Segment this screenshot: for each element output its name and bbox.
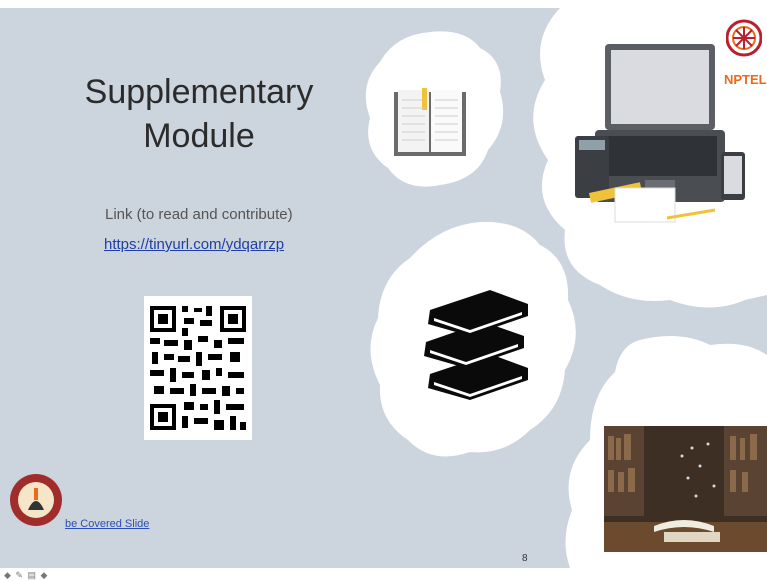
library-photo [604, 426, 767, 552]
title-line-1: Supplementary [84, 73, 314, 111]
iit-madras-logo [10, 474, 62, 526]
slide-title: Supplementary Module [64, 70, 334, 158]
books-stack-icon [424, 290, 528, 400]
slide-number: 8 [522, 553, 528, 564]
library-photo-scene [604, 426, 767, 552]
nptel-logo [725, 14, 763, 70]
slide-nav-controls[interactable]: ◆ ✎ ▤ ◆ [4, 570, 48, 581]
nptel-emblem-icon [725, 19, 763, 57]
module-url-link[interactable]: https://tinyurl.com/ydqarrzp [104, 236, 284, 253]
link-caption: Link (to read and contribute) [105, 206, 293, 223]
qr-code-pattern [150, 306, 246, 430]
viewer-bottom-strip [0, 568, 767, 581]
toc-link[interactable]: be Covered Slide [65, 518, 149, 530]
title-line-2: Module [143, 117, 255, 155]
open-book-icon [394, 88, 466, 156]
qr-code [144, 296, 252, 440]
nptel-label: NPTEL [724, 72, 767, 87]
presentation-slide: Supplementary Module Link (to read and c… [0, 0, 767, 581]
